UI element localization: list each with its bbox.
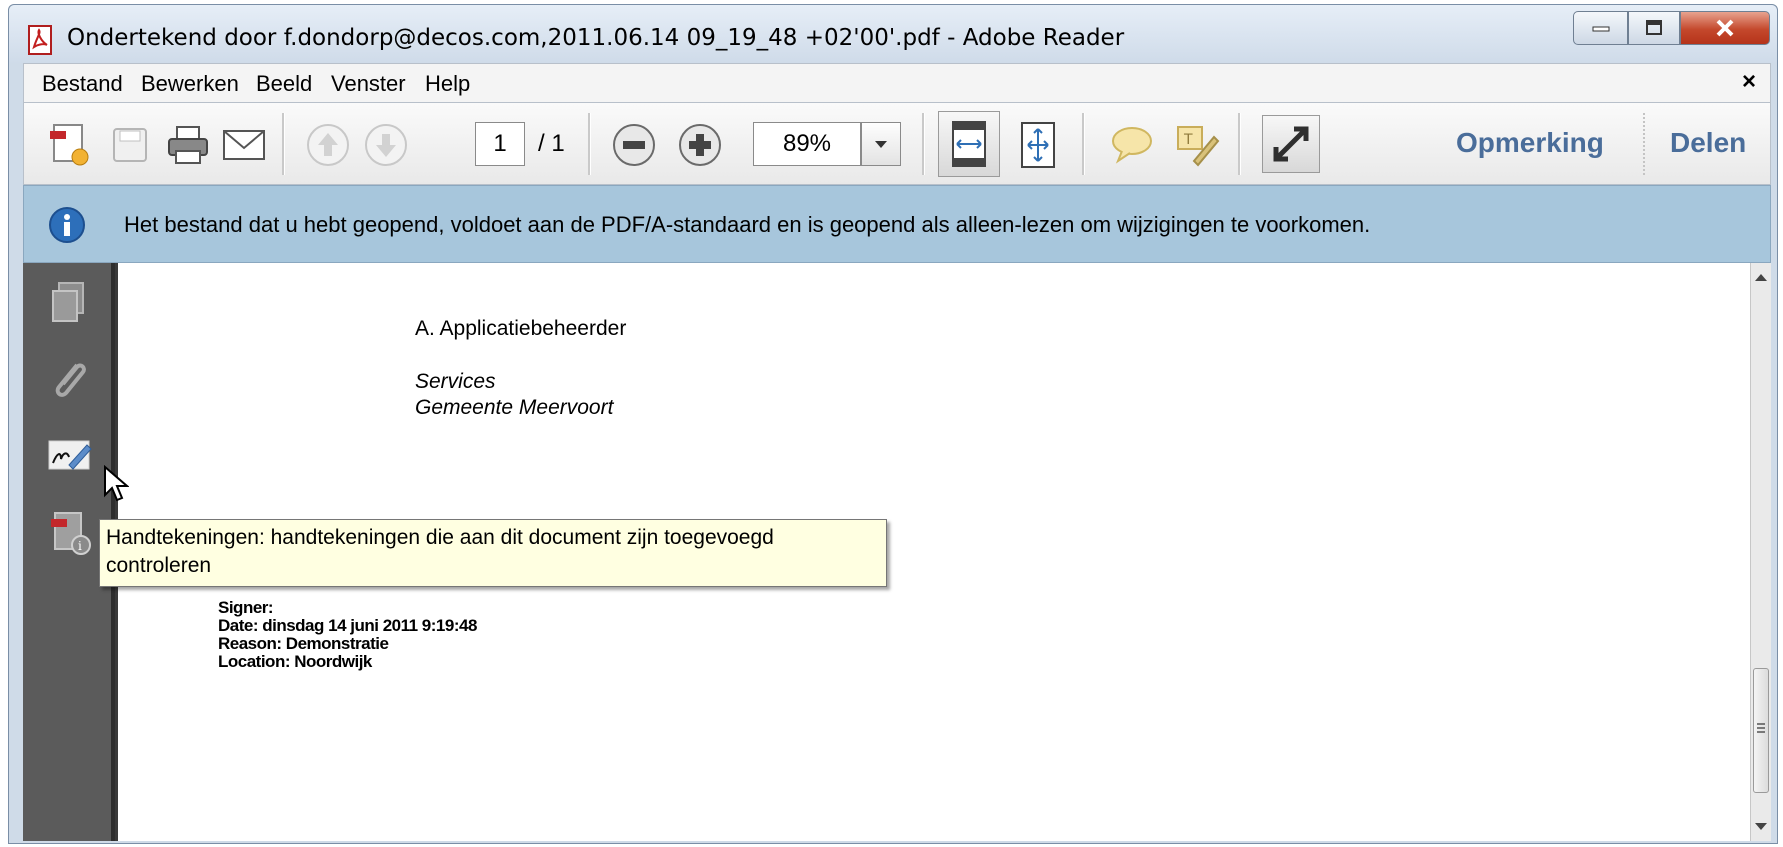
menu-bestand[interactable]: Bestand <box>42 71 123 97</box>
toolbar: 1 / 1 89% T Opmerking Delen <box>23 103 1771 185</box>
close-icon <box>1716 19 1734 37</box>
close-document-button[interactable]: × <box>1742 68 1756 96</box>
signatures-icon[interactable] <box>47 433 93 479</box>
zoom-input[interactable]: 89% <box>753 122 861 166</box>
page-total: / 1 <box>538 130 565 157</box>
mouse-cursor-icon <box>104 465 129 502</box>
info-icon <box>49 207 85 243</box>
signature-date: Date: dinsdag 14 juni 2011 9:19:48 <box>218 616 477 635</box>
close-window-button[interactable] <box>1680 11 1770 45</box>
svg-text:T: T <box>1183 132 1193 148</box>
print-icon[interactable] <box>164 121 212 169</box>
minimize-icon <box>1592 26 1609 32</box>
window-title: Ondertekend door f.dondorp@decos.com,201… <box>67 25 1125 51</box>
comment-panel-link[interactable]: Opmerking <box>1456 127 1604 159</box>
title-bar: Ondertekend door f.dondorp@decos.com,201… <box>9 5 1777 63</box>
save-icon[interactable] <box>106 121 154 169</box>
share-panel-link[interactable]: Delen <box>1670 127 1746 159</box>
comment-icon[interactable] <box>1108 121 1156 169</box>
grip-icon <box>1757 723 1765 733</box>
create-pdf-icon[interactable] <box>46 121 94 169</box>
toolbar-separator <box>282 113 285 175</box>
document-info-icon[interactable]: i <box>47 509 93 555</box>
toolbar-separator <box>922 113 925 175</box>
adobe-reader-window: Ondertekend door f.dondorp@decos.com,201… <box>8 4 1778 844</box>
doc-department: Services <box>415 370 496 393</box>
signatures-tooltip: Handtekeningen: handtekeningen die aan d… <box>99 519 887 587</box>
zoom-in-icon[interactable] <box>676 121 724 169</box>
signature-location: Location: Noordwijk <box>218 652 372 671</box>
menu-bewerken[interactable]: Bewerken <box>141 71 239 97</box>
next-page-icon[interactable] <box>362 121 410 169</box>
menu-help[interactable]: Help <box>425 71 470 97</box>
doc-name-line: A. Applicatiebeheerder <box>415 317 627 340</box>
fit-page-icon <box>952 121 986 167</box>
fit-page-button[interactable] <box>938 111 1000 177</box>
signature-reason: Reason: Demonstratie <box>218 634 389 653</box>
pdfa-info-bar: Het bestand dat u hebt geopend, voldoet … <box>23 185 1771 263</box>
svg-text:i: i <box>78 539 82 553</box>
toolbar-separator <box>1238 113 1241 175</box>
menu-beeld[interactable]: Beeld <box>256 71 312 97</box>
menu-venster[interactable]: Venster <box>331 71 406 97</box>
minimize-button[interactable] <box>1573 11 1628 45</box>
tooltip-line-1: Handtekeningen: handtekeningen die aan d… <box>106 526 774 549</box>
signature-signer: Signer: <box>218 598 274 617</box>
email-icon[interactable] <box>220 121 268 169</box>
toolbar-separator <box>1643 113 1645 175</box>
fit-width-icon[interactable] <box>1014 121 1062 169</box>
pdfa-info-message: Het bestand dat u hebt geopend, voldoet … <box>124 212 1371 237</box>
scroll-down-icon[interactable] <box>1754 821 1768 831</box>
prev-page-icon[interactable] <box>304 121 352 169</box>
attachments-icon[interactable] <box>47 357 93 403</box>
maximize-button[interactable] <box>1628 11 1680 45</box>
pages-icon[interactable] <box>47 279 93 325</box>
pdf-app-icon <box>28 25 52 55</box>
fullscreen-button[interactable] <box>1262 115 1320 173</box>
tooltip-line-2: controleren <box>106 554 212 577</box>
highlight-icon[interactable]: T <box>1174 121 1222 169</box>
doc-organisation: Gemeente Meervoort <box>415 396 614 419</box>
scroll-thumb[interactable] <box>1753 668 1769 793</box>
fullscreen-icon <box>1273 126 1309 162</box>
scroll-up-icon[interactable] <box>1754 273 1768 283</box>
menu-bar: Bestand Bewerken Beeld Venster Help × <box>23 63 1771 103</box>
zoom-out-icon[interactable] <box>610 121 658 169</box>
toolbar-separator <box>1082 113 1085 175</box>
zoom-dropdown-button[interactable] <box>861 122 901 166</box>
toolbar-separator <box>588 113 591 175</box>
page-number-input[interactable]: 1 <box>475 122 525 166</box>
maximize-icon <box>1646 20 1662 35</box>
chevron-down-icon <box>875 141 887 148</box>
vertical-scrollbar[interactable] <box>1750 263 1771 841</box>
